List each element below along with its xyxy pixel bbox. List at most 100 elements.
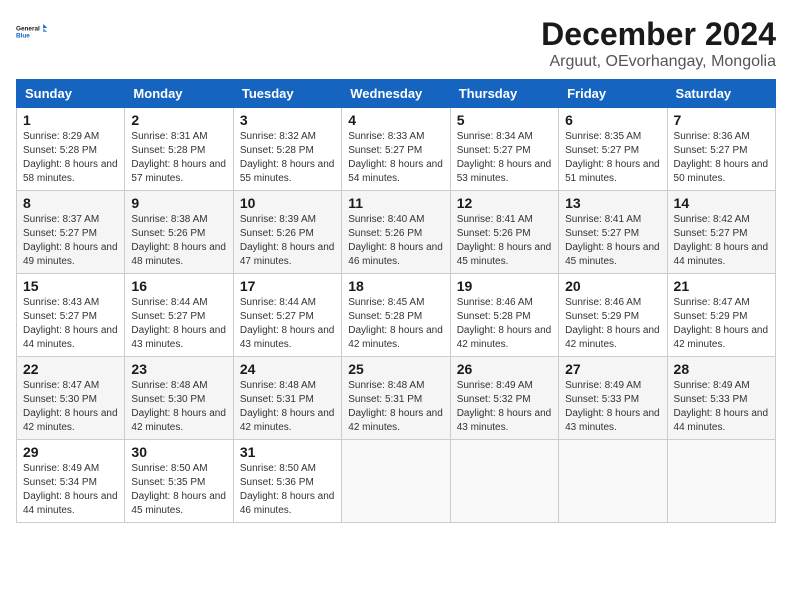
calendar-day-header: Tuesday bbox=[233, 80, 341, 108]
calendar-day-cell: 24Sunrise: 8:48 AMSunset: 5:31 PMDayligh… bbox=[233, 357, 341, 440]
day-number: 19 bbox=[457, 278, 552, 294]
calendar-day-header: Sunday bbox=[17, 80, 125, 108]
calendar-day-header: Friday bbox=[559, 80, 667, 108]
day-number: 1 bbox=[23, 112, 118, 128]
calendar-day-cell: 7 Sunrise: 8:36 AMSunset: 5:27 PMDaylight… bbox=[667, 108, 775, 191]
day-info: Sunrise: 8:41 AMSunset: 5:27 PMDaylight:… bbox=[565, 213, 660, 269]
calendar-day-header: Monday bbox=[125, 80, 233, 108]
day-number: 11 bbox=[348, 195, 443, 211]
logo-icon: GeneralBlue bbox=[16, 16, 48, 48]
calendar-day-cell: 15 Sunrise: 8:43 AMSunset: 5:27 PMDayligh… bbox=[17, 274, 125, 357]
title-block: December 2024 Arguut, OEvorhangay, Mongo… bbox=[541, 16, 776, 71]
calendar-day-cell: 3 Sunrise: 8:32 AMSunset: 5:28 PMDaylight… bbox=[233, 108, 341, 191]
calendar-day-cell: 6 Sunrise: 8:35 AMSunset: 5:27 PMDaylight… bbox=[559, 108, 667, 191]
calendar-day-cell: 2 Sunrise: 8:31 AMSunset: 5:28 PMDaylight… bbox=[125, 108, 233, 191]
day-info: Sunrise: 8:38 AMSunset: 5:26 PMDaylight:… bbox=[131, 213, 226, 269]
day-number: 5 bbox=[457, 112, 552, 128]
day-info: Sunrise: 8:40 AMSunset: 5:26 PMDaylight:… bbox=[348, 213, 443, 269]
subtitle: Arguut, OEvorhangay, Mongolia bbox=[541, 53, 776, 71]
calendar-day-cell: 1 Sunrise: 8:29 AMSunset: 5:28 PMDaylight… bbox=[17, 108, 125, 191]
day-number: 14 bbox=[674, 195, 769, 211]
calendar-week-row: 22Sunrise: 8:47 AMSunset: 5:30 PMDayligh… bbox=[17, 357, 776, 440]
day-number: 2 bbox=[131, 112, 226, 128]
day-number: 23 bbox=[131, 361, 226, 377]
calendar-week-row: 1 Sunrise: 8:29 AMSunset: 5:28 PMDaylight… bbox=[17, 108, 776, 191]
day-number: 15 bbox=[23, 278, 118, 294]
day-number: 28 bbox=[674, 361, 769, 377]
calendar-body: 1 Sunrise: 8:29 AMSunset: 5:28 PMDaylight… bbox=[17, 108, 776, 523]
calendar-day-header: Thursday bbox=[450, 80, 558, 108]
calendar-day-header: Saturday bbox=[667, 80, 775, 108]
day-info: Sunrise: 8:31 AMSunset: 5:28 PMDaylight:… bbox=[131, 130, 226, 186]
day-info: Sunrise: 8:35 AMSunset: 5:27 PMDaylight:… bbox=[565, 130, 660, 186]
calendar-day-cell: 5 Sunrise: 8:34 AMSunset: 5:27 PMDaylight… bbox=[450, 108, 558, 191]
day-info: Sunrise: 8:50 AMSunset: 5:36 PMDaylight:… bbox=[240, 462, 335, 518]
calendar-day-cell: 19 Sunrise: 8:46 AMSunset: 5:28 PMDayligh… bbox=[450, 274, 558, 357]
calendar-day-cell: 20 Sunrise: 8:46 AMSunset: 5:29 PMDayligh… bbox=[559, 274, 667, 357]
calendar-day-cell: 9 Sunrise: 8:38 AMSunset: 5:26 PMDaylight… bbox=[125, 191, 233, 274]
main-title: December 2024 bbox=[541, 16, 776, 53]
day-info: Sunrise: 8:46 AMSunset: 5:28 PMDaylight:… bbox=[457, 296, 552, 352]
day-number: 17 bbox=[240, 278, 335, 294]
day-info: Sunrise: 8:36 AMSunset: 5:27 PMDaylight:… bbox=[674, 130, 769, 186]
calendar-day-cell: 4Sunrise: 8:33 AMSunset: 5:27 PMDaylight… bbox=[342, 108, 450, 191]
day-number: 8 bbox=[23, 195, 118, 211]
day-info: Sunrise: 8:37 AMSunset: 5:27 PMDaylight:… bbox=[23, 213, 118, 269]
day-number: 3 bbox=[240, 112, 335, 128]
svg-text:Blue: Blue bbox=[16, 33, 30, 40]
calendar-header: SundayMondayTuesdayWednesdayThursdayFrid… bbox=[17, 80, 776, 108]
day-number: 20 bbox=[565, 278, 660, 294]
day-info: Sunrise: 8:29 AMSunset: 5:28 PMDaylight:… bbox=[23, 130, 118, 186]
day-number: 7 bbox=[674, 112, 769, 128]
calendar-day-cell: 23Sunrise: 8:48 AMSunset: 5:30 PMDayligh… bbox=[125, 357, 233, 440]
day-number: 4 bbox=[348, 112, 443, 128]
day-info: Sunrise: 8:39 AMSunset: 5:26 PMDaylight:… bbox=[240, 213, 335, 269]
day-info: Sunrise: 8:43 AMSunset: 5:27 PMDaylight:… bbox=[23, 296, 118, 352]
day-number: 27 bbox=[565, 361, 660, 377]
calendar-day-cell: 29Sunrise: 8:49 AMSunset: 5:34 PMDayligh… bbox=[17, 440, 125, 523]
calendar-day-cell: 25Sunrise: 8:48 AMSunset: 5:31 PMDayligh… bbox=[342, 357, 450, 440]
day-info: Sunrise: 8:42 AMSunset: 5:27 PMDaylight:… bbox=[674, 213, 769, 269]
calendar-day-cell: 14 Sunrise: 8:42 AMSunset: 5:27 PMDayligh… bbox=[667, 191, 775, 274]
day-info: Sunrise: 8:34 AMSunset: 5:27 PMDaylight:… bbox=[457, 130, 552, 186]
day-info: Sunrise: 8:46 AMSunset: 5:29 PMDaylight:… bbox=[565, 296, 660, 352]
day-number: 9 bbox=[131, 195, 226, 211]
calendar-day-cell: 18Sunrise: 8:45 AMSunset: 5:28 PMDayligh… bbox=[342, 274, 450, 357]
calendar-week-row: 8 Sunrise: 8:37 AMSunset: 5:27 PMDaylight… bbox=[17, 191, 776, 274]
day-number: 26 bbox=[457, 361, 552, 377]
calendar-day-cell bbox=[559, 440, 667, 523]
calendar-day-cell: 30 Sunrise: 8:50 AMSunset: 5:35 PMDayligh… bbox=[125, 440, 233, 523]
calendar-day-cell: 16 Sunrise: 8:44 AMSunset: 5:27 PMDayligh… bbox=[125, 274, 233, 357]
calendar-table: SundayMondayTuesdayWednesdayThursdayFrid… bbox=[16, 79, 776, 523]
calendar-header-row: SundayMondayTuesdayWednesdayThursdayFrid… bbox=[17, 80, 776, 108]
calendar-day-cell: 17Sunrise: 8:44 AMSunset: 5:27 PMDayligh… bbox=[233, 274, 341, 357]
day-info: Sunrise: 8:44 AMSunset: 5:27 PMDaylight:… bbox=[131, 296, 226, 352]
day-info: Sunrise: 8:49 AMSunset: 5:32 PMDaylight:… bbox=[457, 379, 552, 435]
svg-text:General: General bbox=[16, 25, 40, 32]
calendar-week-row: 29Sunrise: 8:49 AMSunset: 5:34 PMDayligh… bbox=[17, 440, 776, 523]
day-number: 21 bbox=[674, 278, 769, 294]
day-number: 30 bbox=[131, 444, 226, 460]
day-number: 12 bbox=[457, 195, 552, 211]
calendar-day-header: Wednesday bbox=[342, 80, 450, 108]
day-info: Sunrise: 8:47 AMSunset: 5:29 PMDaylight:… bbox=[674, 296, 769, 352]
day-info: Sunrise: 8:49 AMSunset: 5:33 PMDaylight:… bbox=[565, 379, 660, 435]
calendar-day-cell: 11 Sunrise: 8:40 AMSunset: 5:26 PMDayligh… bbox=[342, 191, 450, 274]
page-header: GeneralBlue December 2024 Arguut, OEvorh… bbox=[16, 16, 776, 71]
calendar-day-cell: 28Sunrise: 8:49 AMSunset: 5:33 PMDayligh… bbox=[667, 357, 775, 440]
calendar-day-cell: 22Sunrise: 8:47 AMSunset: 5:30 PMDayligh… bbox=[17, 357, 125, 440]
day-info: Sunrise: 8:50 AMSunset: 5:35 PMDaylight:… bbox=[131, 462, 226, 518]
day-number: 6 bbox=[565, 112, 660, 128]
calendar-day-cell bbox=[667, 440, 775, 523]
day-info: Sunrise: 8:48 AMSunset: 5:31 PMDaylight:… bbox=[240, 379, 335, 435]
day-info: Sunrise: 8:45 AMSunset: 5:28 PMDaylight:… bbox=[348, 296, 443, 352]
calendar-day-cell: 27 Sunrise: 8:49 AMSunset: 5:33 PMDayligh… bbox=[559, 357, 667, 440]
calendar-day-cell: 10Sunrise: 8:39 AMSunset: 5:26 PMDayligh… bbox=[233, 191, 341, 274]
day-number: 25 bbox=[348, 361, 443, 377]
day-info: Sunrise: 8:32 AMSunset: 5:28 PMDaylight:… bbox=[240, 130, 335, 186]
logo: GeneralBlue bbox=[16, 16, 48, 48]
calendar-day-cell: 31Sunrise: 8:50 AMSunset: 5:36 PMDayligh… bbox=[233, 440, 341, 523]
day-number: 13 bbox=[565, 195, 660, 211]
day-number: 16 bbox=[131, 278, 226, 294]
day-info: Sunrise: 8:49 AMSunset: 5:34 PMDaylight:… bbox=[23, 462, 118, 518]
